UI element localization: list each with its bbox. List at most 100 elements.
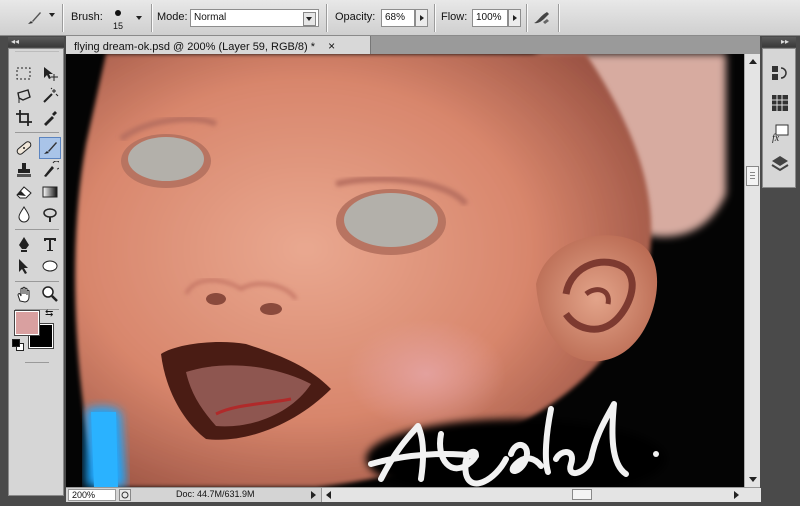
brush-label: Brush: <box>71 11 103 23</box>
styles-icon: fx <box>772 124 789 144</box>
toolbox: ⇆ <box>8 48 64 496</box>
layers-panel-button[interactable] <box>770 153 790 173</box>
mode-value: Normal <box>194 12 227 23</box>
lasso-icon <box>17 89 31 103</box>
ellipse-tool[interactable] <box>39 255 61 277</box>
flow-input[interactable]: 100% <box>472 9 508 27</box>
brush-picker[interactable]: 15 <box>108 4 148 32</box>
document-tab-bar: flying dream-ok.psd @ 200% (Layer 59, RG… <box>66 36 760 54</box>
swatches-icon <box>772 95 788 111</box>
airbrush-toggle[interactable] <box>531 8 553 28</box>
history-panel-button[interactable] <box>770 63 790 83</box>
horizontal-scrollbar[interactable] <box>321 488 761 502</box>
hand-icon <box>17 286 30 303</box>
brush-tool[interactable] <box>39 137 61 159</box>
pen-tool[interactable] <box>13 233 35 255</box>
blur-drop-icon <box>18 206 30 223</box>
crop-icon <box>16 110 32 126</box>
arrow-icon <box>19 259 28 274</box>
panel-dock: fx <box>762 48 796 188</box>
flow-label: Flow: <box>441 11 468 23</box>
opacity-slider-button[interactable] <box>415 9 428 27</box>
crop-tool[interactable] <box>13 107 35 129</box>
opacity-input[interactable]: 68% <box>381 9 415 27</box>
tool-preset-picker[interactable] <box>22 6 58 30</box>
dodge-icon <box>43 208 57 222</box>
type-tool[interactable] <box>39 233 61 255</box>
mode-label: Mode: <box>157 11 188 23</box>
gradient-tool[interactable] <box>39 181 61 203</box>
options-bar: Brush: 15 Mode: Normal Opacity: 68% Flow… <box>0 0 800 36</box>
airbrush-icon <box>534 12 549 24</box>
history-brush-tool[interactable] <box>39 159 61 181</box>
layers-icon <box>771 156 789 172</box>
history-icon <box>772 66 787 80</box>
document-title: flying dream-ok.psd @ 200% (Layer 59, RG… <box>74 41 316 53</box>
lasso-tool[interactable] <box>13 85 35 107</box>
opacity-label: Opacity: <box>335 11 376 23</box>
expand-icon: ▸▸ <box>781 37 790 46</box>
brush-tool-icon <box>28 12 41 24</box>
pen-icon <box>19 237 29 252</box>
marquee-icon <box>16 67 31 80</box>
opacity-value: 68% <box>385 12 406 23</box>
spot-healing-brush-tool[interactable] <box>13 137 35 159</box>
eraser-tool[interactable] <box>13 181 35 203</box>
scroll-right-icon[interactable] <box>734 491 739 499</box>
status-menu-arrow-icon[interactable] <box>311 491 316 499</box>
mode-select[interactable]: Normal <box>190 9 319 27</box>
stamp-icon <box>17 163 31 177</box>
dock-header[interactable]: ▸▸ <box>762 37 796 47</box>
scroll-up-icon[interactable] <box>749 59 757 64</box>
brush-size: 15 <box>113 21 124 31</box>
move-icon <box>44 67 58 81</box>
ellipse-icon <box>42 260 58 272</box>
gradient-icon <box>42 186 58 198</box>
bandage-icon <box>16 141 32 155</box>
clone-stamp-tool[interactable] <box>13 159 35 181</box>
zoom-level-field[interactable]: 200% <box>68 489 116 501</box>
styles-panel-button[interactable]: fx <box>770 123 790 144</box>
eyedropper-icon <box>44 111 57 126</box>
close-icon[interactable]: × <box>328 39 335 53</box>
vertical-scroll-thumb[interactable] <box>746 166 759 186</box>
scroll-left-icon[interactable] <box>326 491 331 499</box>
history-brush-icon <box>44 161 59 177</box>
flow-value: 100% <box>476 12 502 23</box>
chevron-down-icon <box>136 16 142 20</box>
vertical-scrollbar[interactable] <box>744 54 760 487</box>
foreground-color-swatch[interactable] <box>14 310 40 336</box>
painting-image <box>66 54 744 487</box>
canvas[interactable] <box>66 54 744 487</box>
scroll-down-icon[interactable] <box>749 477 757 482</box>
chevron-down-icon <box>49 13 55 17</box>
move-tool[interactable] <box>39 63 61 85</box>
collapse-icon: ◂◂ <box>11 37 20 46</box>
svg-text:fx: fx <box>772 133 780 143</box>
blur-tool[interactable] <box>13 203 35 225</box>
document-size-info: Doc: 44.7M/631.9M <box>176 489 255 499</box>
zoom-tool[interactable] <box>39 283 61 305</box>
status-info-button[interactable] <box>119 489 131 501</box>
dodge-tool[interactable] <box>39 203 61 225</box>
magic-wand-icon <box>43 87 59 103</box>
swap-colors-icon[interactable]: ⇆ <box>45 308 53 319</box>
chevron-down-icon <box>303 12 316 26</box>
toolbox-header[interactable]: ◂◂ <box>8 37 64 47</box>
magic-wand-tool[interactable] <box>39 85 61 107</box>
eyedropper-tool[interactable] <box>39 107 61 129</box>
path-selection-tool[interactable] <box>13 255 35 277</box>
swatches-panel-button[interactable] <box>770 93 790 113</box>
status-bar: 200% Doc: 44.7M/631.9M <box>66 487 761 502</box>
info-icon <box>121 491 129 499</box>
horizontal-scroll-thumb[interactable] <box>572 489 592 500</box>
hand-tool[interactable] <box>13 283 35 305</box>
document-tab[interactable]: flying dream-ok.psd @ 200% (Layer 59, RG… <box>66 36 371 54</box>
rectangular-marquee-tool[interactable] <box>13 63 35 85</box>
brush-icon <box>44 142 57 154</box>
brush-tip-preview <box>115 10 121 16</box>
type-icon <box>44 238 56 251</box>
default-colors-icon[interactable] <box>12 339 24 351</box>
flow-slider-button[interactable] <box>508 9 521 27</box>
zoom-level: 200% <box>72 490 96 500</box>
